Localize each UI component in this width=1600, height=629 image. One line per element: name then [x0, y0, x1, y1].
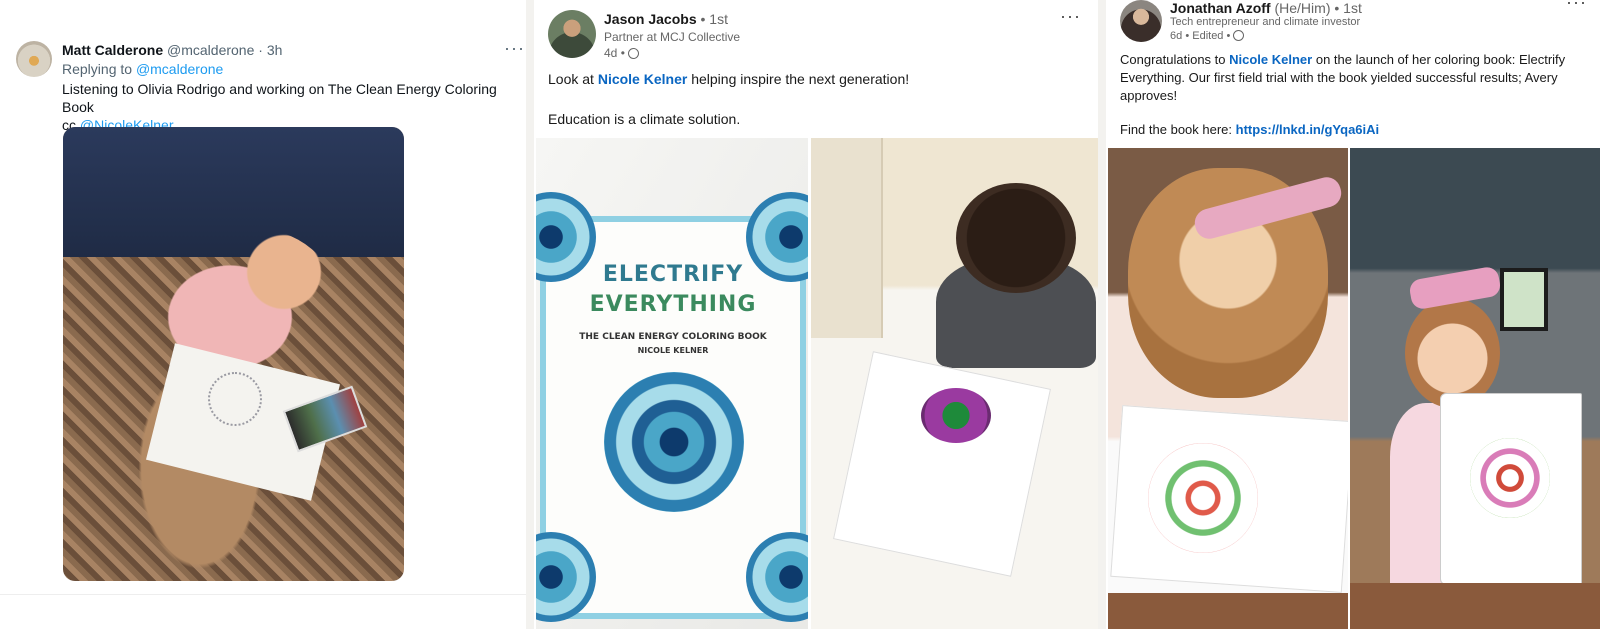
- author-line: Jason Jacobs • 1st: [604, 11, 728, 27]
- edited-label: Edited: [1192, 30, 1224, 42]
- child-coloring-photo[interactable]: [811, 138, 1098, 629]
- photo-child-face: [1405, 298, 1500, 408]
- photo-colored-flower: [921, 388, 991, 443]
- author-line: Jonathan Azoff (He/Him) • 1st: [1170, 0, 1362, 16]
- tweet-panel: Matt Calderone @mcalderone · 3h ··· Repl…: [0, 0, 526, 629]
- connection-degree: 1st: [1343, 0, 1362, 16]
- book-subtitle: THE CLEAN ENERGY COLORING BOOK: [579, 332, 767, 342]
- author-name[interactable]: Jason Jacobs: [604, 11, 697, 27]
- replying-to: Replying to @mcalderone: [62, 61, 223, 77]
- separator-dot: •: [1185, 30, 1190, 42]
- link-prefix: Find the book here:: [1120, 122, 1233, 137]
- pronouns: (He/Him): [1274, 0, 1331, 16]
- corner-mandala: [746, 532, 808, 622]
- book-author: NICOLE KELNER: [637, 346, 709, 355]
- separator-dot: •: [1226, 30, 1231, 42]
- connection-degree: 1st: [709, 11, 728, 27]
- photo-window: [1500, 268, 1548, 331]
- post-time[interactable]: 6d: [1170, 30, 1182, 42]
- photo-table: [1350, 583, 1600, 629]
- replying-prefix: Replying to: [62, 61, 133, 77]
- photo-colored-mandala: [1148, 443, 1258, 553]
- child-thumbs-up-photo[interactable]: [1350, 148, 1600, 629]
- more-options-icon[interactable]: ···: [504, 38, 525, 59]
- text-prefix: Look at: [548, 71, 594, 87]
- text-suffix: helping inspire the next generation!: [691, 71, 910, 87]
- author-name[interactable]: Matt Calderone: [62, 42, 163, 58]
- tweet-body: Listening to Olivia Rodrigo and working …: [62, 81, 497, 115]
- mention-link[interactable]: Nicole Kelner: [598, 71, 687, 87]
- more-options-icon[interactable]: ···: [1060, 6, 1081, 27]
- book-mandala: [604, 372, 744, 512]
- replying-handle-link[interactable]: @mcalderone: [136, 61, 223, 77]
- tweet-text: Listening to Olivia Rodrigo and working …: [62, 80, 517, 134]
- post-text-line2: Education is a climate solution.: [548, 111, 741, 127]
- author-handle[interactable]: @mcalderone: [167, 42, 254, 58]
- tweet-footer: [0, 594, 526, 629]
- linkedin-post-azoff: Jonathan Azoff (He/Him) • 1st Tech entre…: [1106, 0, 1600, 629]
- photo-cabinet: [811, 138, 883, 338]
- book-link[interactable]: https://lnkd.in/gYqa6iAi: [1236, 122, 1379, 137]
- separator-dot: •: [700, 11, 706, 27]
- separator-dot: •: [620, 46, 625, 60]
- post-meta: 6d • Edited •: [1170, 30, 1245, 42]
- photo-child-hair: [956, 183, 1076, 293]
- author-headline: Partner at MCJ Collective: [604, 30, 741, 44]
- child-reading-photo[interactable]: [1108, 148, 1348, 629]
- book-title-line2: EVERYTHING: [589, 292, 757, 317]
- book-cover: ELECTRIFY EVERYTHING THE CLEAN ENERGY CO…: [536, 192, 808, 622]
- photo-colored-mandala: [1470, 438, 1550, 518]
- mention-link[interactable]: Nicole Kelner: [1229, 52, 1312, 67]
- post-text: Congratulations to Nicole Kelner on the …: [1120, 51, 1588, 105]
- separator-dot: ·: [258, 42, 263, 58]
- author-name[interactable]: Jonathan Azoff: [1170, 0, 1271, 16]
- post-text: Look at Nicole Kelner helping inspire th…: [548, 70, 1088, 88]
- text-prefix: Congratulations to: [1120, 52, 1226, 67]
- tweet-time[interactable]: 3h: [267, 42, 283, 58]
- book-photo[interactable]: ELECTRIFY EVERYTHING THE CLEAN ENERGY CO…: [536, 138, 808, 629]
- avatar[interactable]: [16, 41, 52, 77]
- photo-table: [1108, 593, 1348, 629]
- more-options-icon[interactable]: ···: [1566, 0, 1587, 13]
- photo-mandala: [208, 372, 262, 426]
- separator-dot: •: [1334, 0, 1340, 16]
- photo-coloring-page: [833, 351, 1051, 577]
- post-link-line: Find the book here: https://lnkd.in/gYqa…: [1120, 121, 1379, 139]
- linkedin-post-jacobs: Jason Jacobs • 1st Partner at MCJ Collec…: [534, 0, 1098, 629]
- tweet-header: Matt Calderone @mcalderone · 3h: [62, 42, 282, 58]
- author-headline: Tech entrepreneur and climate investor: [1170, 16, 1361, 28]
- tweet-photo[interactable]: [63, 127, 404, 581]
- corner-mandala: [536, 532, 596, 622]
- globe-icon: [628, 48, 640, 59]
- avatar[interactable]: [1120, 0, 1162, 42]
- avatar[interactable]: [548, 10, 596, 58]
- post-meta: 4d •: [604, 46, 640, 60]
- post-time[interactable]: 4d: [604, 46, 617, 60]
- globe-icon: [1233, 30, 1245, 41]
